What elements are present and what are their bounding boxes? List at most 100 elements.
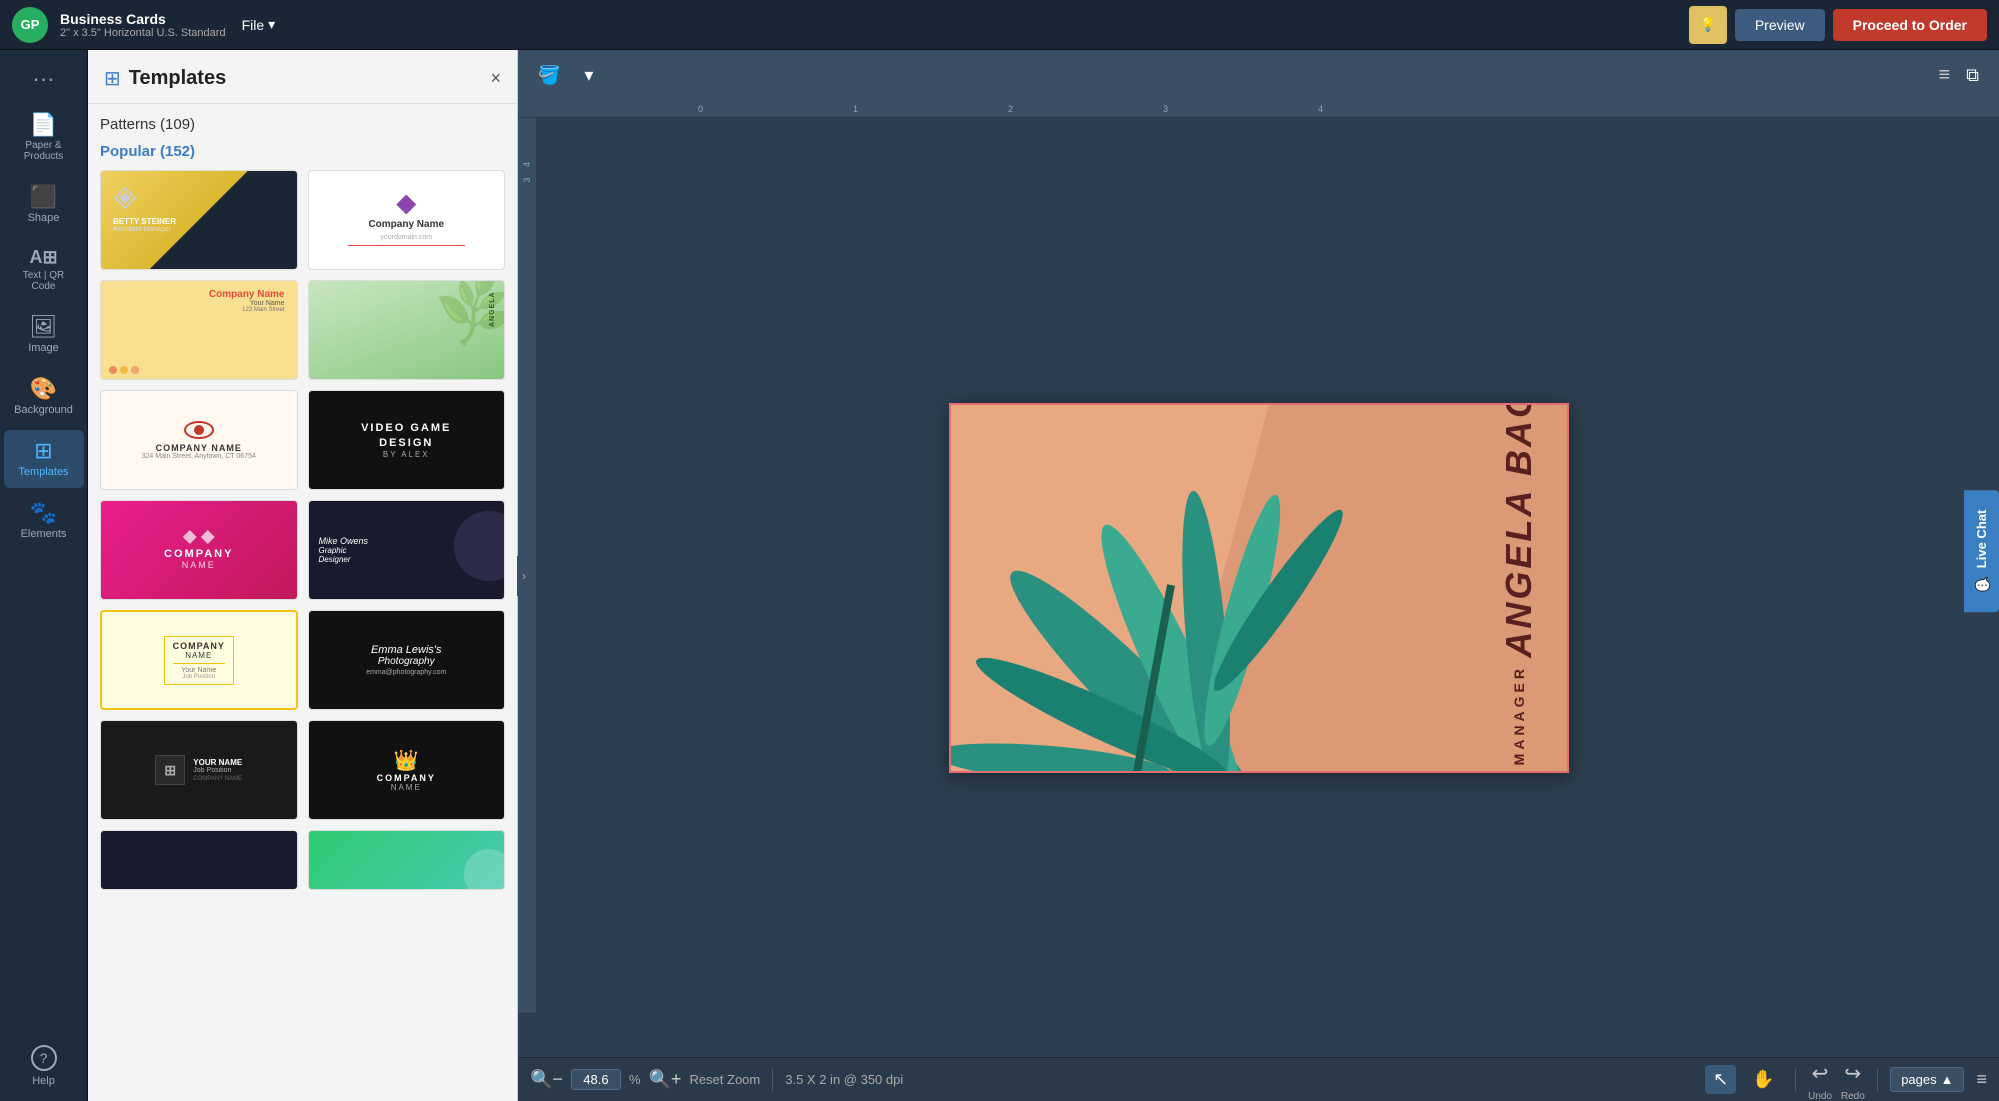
main-layout: ··· 📄 Paper & Products ⬛ Shape A⊞ Text |… xyxy=(0,50,1999,1101)
file-menu[interactable]: File ▾ xyxy=(242,16,276,33)
app-logo: GP xyxy=(12,7,48,43)
card-palm-leaf xyxy=(949,403,1431,773)
status-divider-3 xyxy=(1877,1068,1878,1092)
template-card-14[interactable] xyxy=(308,830,506,890)
card-text-container: ANGELA BAGLEY PROJECT MANAGER xyxy=(1501,403,1537,773)
elements-icon: 🐾 xyxy=(30,502,57,524)
live-chat-container: 💬 Live Chat xyxy=(1964,489,1999,611)
more-icon: ··· xyxy=(33,68,55,90)
templates-panel-icon: ⊞ xyxy=(104,66,121,91)
status-divider-1 xyxy=(772,1068,773,1092)
templates-panel: ⊞ Templates × Patterns (109) Popular (15… xyxy=(88,50,518,1101)
live-chat-label: Live Chat xyxy=(1974,509,1989,568)
redo-container: ↪ Redo xyxy=(1840,1057,1865,1101)
proceed-to-order-button[interactable]: Proceed to Order xyxy=(1833,9,1987,41)
nav-image[interactable]: 🖼 Image xyxy=(4,306,84,364)
app-subtitle: 2" x 3.5" Horizontal U.S. Standard xyxy=(60,27,226,39)
file-menu-chevron: ▾ xyxy=(268,16,275,33)
nav-help-label: Help xyxy=(32,1075,55,1087)
template-card-5[interactable]: COMPANY NAME 324 Main Street, Anytown, C… xyxy=(100,390,298,490)
nav-elements[interactable]: 🐾 Elements xyxy=(4,492,84,550)
left-nav: ··· 📄 Paper & Products ⬛ Shape A⊞ Text |… xyxy=(0,50,88,1101)
canvas-toolbar: 🪣 ▾ ≡ ⧉ xyxy=(518,50,1999,100)
layers-btn[interactable]: ⧉ xyxy=(1958,61,1987,90)
toolbar-dropdown-btn[interactable]: ▾ xyxy=(576,61,601,90)
nav-templates[interactable]: ⊞ Templates xyxy=(4,430,84,488)
canvas-area: 🪣 ▾ ≡ ⧉ 0 1 2 3 4 3 4 xyxy=(518,50,1999,1101)
nav-paper-products[interactable]: 📄 Paper & Products xyxy=(4,104,84,172)
undo-container: ↩ Undo xyxy=(1808,1057,1833,1101)
undo-button[interactable]: ↩ xyxy=(1808,1057,1833,1090)
text-qr-icon: A⊞ xyxy=(29,248,57,266)
nav-templates-label: Templates xyxy=(18,466,68,478)
popular-label: Popular (152) xyxy=(100,143,505,160)
panel-body: Patterns (109) Popular (152) BETTY STEIN… xyxy=(88,104,517,1101)
light-bulb-button[interactable]: 💡 xyxy=(1689,6,1727,44)
nav-image-label: Image xyxy=(28,342,59,354)
background-icon: 🎨 xyxy=(30,378,57,400)
pan-tool-button[interactable]: ✋ xyxy=(1744,1065,1782,1094)
template-card-10[interactable]: Emma Lewis's Photography emma@photograph… xyxy=(308,610,506,710)
template-card-13[interactable] xyxy=(100,830,298,890)
template-card-2[interactable]: Company Name yourdomain.com xyxy=(308,170,506,270)
panel-close-button[interactable]: × xyxy=(490,68,501,89)
template-card-6[interactable]: VIDEO GAMEDESIGN BY ALEX xyxy=(308,390,506,490)
templates-grid: BETTY STEINER Assistant Manager Company … xyxy=(100,170,505,890)
preview-button[interactable]: Preview xyxy=(1735,9,1825,41)
template-card-3[interactable]: Company Name Your Name 123 Main Street xyxy=(100,280,298,380)
template-card-8[interactable]: Mike Owens Graphic Designer xyxy=(308,500,506,600)
nav-text-qr-label: Text | QR Code xyxy=(23,270,65,292)
canvas-dimensions: 3.5 X 2 in @ 350 dpi xyxy=(785,1072,903,1087)
nav-shape[interactable]: ⬛ Shape xyxy=(4,176,84,234)
nav-background-label: Background xyxy=(14,404,73,416)
template-card-4[interactable]: 🌿 ANGELA xyxy=(308,280,506,380)
redo-label: Redo xyxy=(1841,1091,1865,1101)
chat-bubble-icon: 💬 xyxy=(1974,576,1989,592)
canvas-workspace[interactable]: 3 4 xyxy=(518,118,1999,1057)
shape-icon: ⬛ xyxy=(30,186,57,208)
patterns-label[interactable]: Patterns (109) xyxy=(100,114,505,135)
status-bar: 🔍− 48.6 % 🔍+ Reset Zoom 3.5 X 2 in @ 350… xyxy=(518,1057,1999,1101)
reset-zoom-button[interactable]: Reset Zoom xyxy=(689,1072,760,1087)
template-card-9[interactable]: COMPANY NAME Your Name Job Position xyxy=(100,610,298,710)
ruler-horizontal: 0 1 2 3 4 xyxy=(518,100,1999,118)
status-divider-2 xyxy=(1795,1068,1796,1092)
template-card-12[interactable]: 👑 COMPANY NAME xyxy=(308,720,506,820)
card-person-title: PROJECT MANAGER xyxy=(1512,665,1526,772)
redo-button[interactable]: ↪ xyxy=(1840,1057,1865,1090)
template-card-1[interactable]: BETTY STEINER Assistant Manager xyxy=(100,170,298,270)
app-title: Business Cards xyxy=(60,11,226,27)
paint-bucket-btn[interactable]: 🪣 xyxy=(530,61,568,90)
template-card-11[interactable]: ⊞ YOUR NAME Job Position COMPANY NAME xyxy=(100,720,298,820)
template-1-logo xyxy=(113,186,137,210)
zoom-value[interactable]: 48.6 xyxy=(571,1069,621,1090)
templates-icon: ⊞ xyxy=(34,440,52,462)
nav-shape-label: Shape xyxy=(28,212,60,224)
nav-text-qr[interactable]: A⊞ Text | QR Code xyxy=(4,238,84,302)
template-card-7[interactable]: COMPANY NAME xyxy=(100,500,298,600)
business-card[interactable]: ANGELA BAGLEY PROJECT MANAGER xyxy=(949,403,1569,773)
status-list-button[interactable]: ≡ xyxy=(1976,1069,1987,1090)
live-chat-button[interactable]: 💬 Live Chat xyxy=(1964,489,1999,611)
panel-title: Templates xyxy=(129,67,491,90)
zoom-out-button[interactable]: 🔍− xyxy=(530,1069,563,1090)
top-bar: GP Business Cards 2" x 3.5" Horizontal U… xyxy=(0,0,1999,50)
template-2-diamond xyxy=(396,195,416,215)
pages-chevron: ▲ xyxy=(1941,1072,1954,1087)
select-tool-button[interactable]: ↖ xyxy=(1705,1065,1736,1094)
zoom-percent: % xyxy=(629,1072,641,1087)
paper-products-icon: 📄 xyxy=(30,114,57,136)
image-icon: 🖼 xyxy=(30,316,58,338)
nav-background[interactable]: 🎨 Background xyxy=(4,368,84,426)
panel-header: ⊞ Templates × xyxy=(88,50,517,104)
nav-paper-products-label: Paper & Products xyxy=(24,140,63,162)
card-person-name: ANGELA BAGLEY xyxy=(1501,403,1537,658)
panel-collapse-arrow[interactable]: › xyxy=(517,556,531,596)
nav-more[interactable]: ··· xyxy=(4,58,84,100)
nav-elements-label: Elements xyxy=(21,528,67,540)
undo-label: Undo xyxy=(1808,1091,1832,1101)
hamburger-menu-btn[interactable]: ≡ xyxy=(1938,61,1950,90)
pages-button[interactable]: pages ▲ xyxy=(1890,1067,1964,1092)
zoom-in-button[interactable]: 🔍+ xyxy=(649,1069,682,1090)
nav-help[interactable]: ? Help xyxy=(4,1035,84,1097)
